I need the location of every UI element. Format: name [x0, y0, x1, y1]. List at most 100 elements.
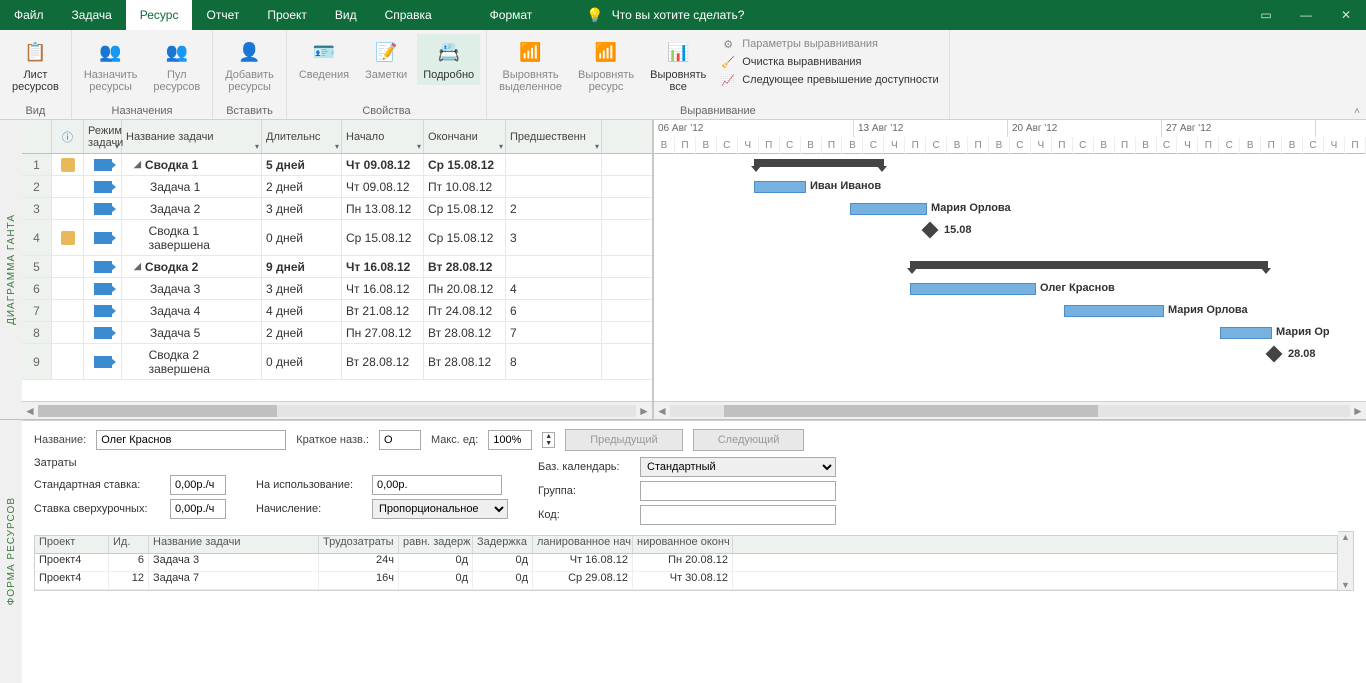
tell-me[interactable]: 💡 Что вы хотите сделать? [576, 0, 754, 30]
close-icon[interactable]: ✕ [1326, 0, 1366, 30]
tab-help[interactable]: Справка [371, 0, 446, 30]
week-header: 06 Авг '12 [654, 120, 854, 137]
day-header: П [1052, 137, 1073, 154]
assignment-grid-body[interactable]: Проект46Задача 324ч0д0дЧт 16.08.12Пн 20.… [35, 554, 1337, 590]
code-input[interactable] [640, 505, 836, 525]
clear-leveling-button[interactable]: 🧹Очистка выравнивания [720, 54, 938, 70]
tab-file[interactable]: Файл [0, 0, 58, 30]
table-row[interactable]: 1◢Сводка 15 днейЧт 09.08.12Ср 15.08.12 [22, 154, 652, 176]
grid-col[interactable]: Название задачи [149, 536, 319, 553]
task-mode-icon [94, 261, 112, 273]
next-overallocation-button[interactable]: 📈Следующее превышение доступности [720, 72, 938, 88]
summary-bar [754, 159, 884, 167]
task-bar[interactable] [754, 181, 806, 193]
next-icon: 📈 [720, 72, 736, 88]
resource-name-input[interactable] [96, 430, 286, 450]
collapse-ribbon-icon[interactable]: ˄ [1354, 106, 1360, 117]
accrual-select[interactable]: Пропорциональное [372, 499, 508, 519]
resource-pool-button[interactable]: 👥Пул ресурсов [147, 34, 206, 97]
grid-col[interactable]: Проект [35, 536, 109, 553]
milestone[interactable] [1266, 346, 1283, 363]
resource-sheet-button[interactable]: 📋 Лист ресурсов [6, 34, 65, 97]
ovt-rate-input[interactable] [170, 499, 226, 519]
col-duration[interactable]: Длительнс▾ [262, 120, 342, 153]
task-bar[interactable] [1064, 305, 1164, 317]
add-resources-button[interactable]: 👤Добавить ресурсы [219, 34, 280, 97]
day-header: П [968, 137, 989, 154]
task-hscroll[interactable]: ◄ ► [22, 401, 652, 419]
col-end[interactable]: Окончани▾ [424, 120, 506, 153]
next-button[interactable]: Следующий [693, 429, 805, 451]
gantt-body[interactable]: Иван Иванов Мария Орлова 15.08 Олег Крас… [654, 154, 1366, 401]
grid-col[interactable]: ланированное нач [533, 536, 633, 553]
table-row[interactable]: 5◢Сводка 29 днейЧт 16.08.12Вт 28.08.12 [22, 256, 652, 278]
task-bar[interactable] [910, 283, 1036, 295]
table-row[interactable]: 2Задача 12 днейЧт 09.08.12Пт 10.08.12 [22, 176, 652, 198]
dropdown-icon[interactable]: ▾ [499, 142, 503, 151]
grid-row[interactable]: Проект46Задача 324ч0д0дЧт 16.08.12Пн 20.… [35, 554, 1337, 572]
scroll-up-icon[interactable]: ▲ [1341, 532, 1350, 542]
scroll-down-icon[interactable]: ▼ [1341, 580, 1350, 590]
assign-resources-button[interactable]: 👥Назначить ресурсы [78, 34, 144, 97]
dropdown-icon[interactable]: ▾ [115, 142, 119, 151]
col-name[interactable]: Название задачи▾ [122, 120, 262, 153]
grid-col[interactable]: Задержка [473, 536, 533, 553]
col-start[interactable]: Начало▾ [342, 120, 424, 153]
details-button[interactable]: 📇Подробно [417, 34, 480, 85]
table-row[interactable]: 9Сводка 2 завершена0 днейВт 28.08.12Вт 2… [22, 344, 652, 380]
minimize-icon[interactable]: — [1286, 0, 1326, 30]
resource-initials-input[interactable] [379, 430, 421, 450]
calendar-select[interactable]: Стандартный [640, 457, 836, 477]
grid-col[interactable]: нированное оконч [633, 536, 733, 553]
level-selection-button[interactable]: 📶Выровнять выделенное [493, 34, 568, 97]
tab-view[interactable]: Вид [321, 0, 371, 30]
scroll-left-icon[interactable]: ◄ [654, 404, 670, 418]
ribbon-mode-icon[interactable]: ▭ [1246, 0, 1286, 30]
tab-task[interactable]: Задача [58, 0, 126, 30]
day-header: В [1136, 137, 1157, 154]
dropdown-icon[interactable]: ▾ [595, 142, 599, 151]
col-mode[interactable]: Режим задачи▾ [84, 120, 122, 153]
task-table-body[interactable]: 1◢Сводка 15 днейЧт 09.08.12Ср 15.08.122З… [22, 154, 652, 401]
table-row[interactable]: 4Сводка 1 завершена0 днейСр 15.08.12Ср 1… [22, 220, 652, 256]
milestone[interactable] [922, 222, 939, 239]
table-row[interactable]: 6Задача 33 днейЧт 16.08.12Пн 20.08.124 [22, 278, 652, 300]
table-row[interactable]: 7Задача 44 днейВт 21.08.12Пт 24.08.126 [22, 300, 652, 322]
dropdown-icon[interactable]: ▾ [417, 142, 421, 151]
peruse-input[interactable] [372, 475, 502, 495]
group-input[interactable] [640, 481, 836, 501]
notes-button[interactable]: 📝Заметки [359, 34, 413, 85]
level-options-button[interactable]: ⚙Параметры выравнивания [720, 36, 938, 52]
tab-report[interactable]: Отчет [192, 0, 253, 30]
info-button[interactable]: 🪪Сведения [293, 34, 355, 85]
gantt-hscroll[interactable]: ◄ ► [654, 401, 1366, 419]
tab-resource[interactable]: Ресурс [126, 0, 193, 30]
level-resource-button[interactable]: 📶Выровнять ресурс [572, 34, 640, 97]
scroll-right-icon[interactable]: ► [1350, 404, 1366, 418]
max-units-input[interactable] [488, 430, 532, 450]
spin-down-icon[interactable]: ▼ [543, 440, 554, 447]
grid-col[interactable]: Ид. [109, 536, 149, 553]
table-row[interactable]: 8Задача 52 днейПн 27.08.12Вт 28.08.127 [22, 322, 652, 344]
tab-format[interactable]: Формат [476, 0, 547, 30]
grid-row[interactable]: Проект412Задача 716ч0д0дСр 29.08.12Чт 30… [35, 572, 1337, 590]
previous-button[interactable]: Предыдущий [565, 429, 682, 451]
task-bar[interactable] [850, 203, 927, 215]
dropdown-icon[interactable]: ▾ [335, 142, 339, 151]
task-bar[interactable] [1220, 327, 1272, 339]
clear-icon: 🧹 [720, 54, 736, 70]
std-rate-input[interactable] [170, 475, 226, 495]
spin-up-icon[interactable]: ▲ [543, 433, 554, 440]
table-row[interactable]: 3Задача 23 днейПн 13.08.12Ср 15.08.122 [22, 198, 652, 220]
col-indicator[interactable]: ⓘ [52, 120, 84, 153]
tab-project[interactable]: Проект [253, 0, 321, 30]
scroll-right-icon[interactable]: ► [636, 404, 652, 418]
scroll-left-icon[interactable]: ◄ [22, 404, 38, 418]
grid-col[interactable]: Трудозатраты [319, 536, 399, 553]
bar-label: Иван Иванов [810, 180, 881, 192]
dropdown-icon[interactable]: ▾ [255, 142, 259, 151]
level-all-button[interactable]: 📊Выровнять все [644, 34, 712, 97]
grid-col[interactable]: равн. задерж [399, 536, 473, 553]
col-rownum[interactable] [22, 120, 52, 153]
col-pred[interactable]: Предшественн▾ [506, 120, 602, 153]
